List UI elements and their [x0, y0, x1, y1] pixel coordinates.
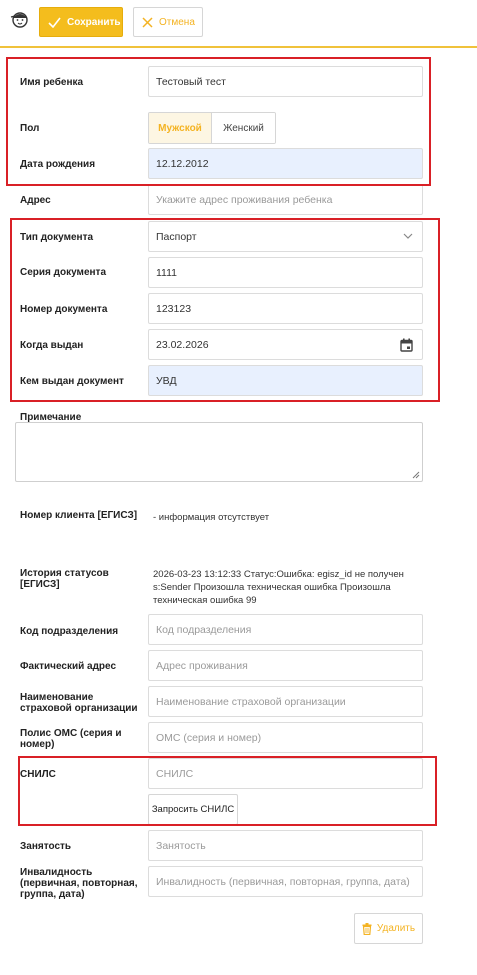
- save-button[interactable]: Сохранить: [39, 7, 123, 37]
- client-number-label: Номер клиента [ЕГИСЗ]: [20, 510, 138, 521]
- check-icon: [48, 17, 61, 28]
- insurer-name-label-line2: страховой организации: [20, 703, 138, 714]
- delete-button-label: Удалить: [376, 923, 416, 934]
- cancel-button-label: Отмена: [159, 16, 195, 28]
- toolbar: Сохранить Отмена: [0, 0, 477, 48]
- status-history-line1: 2026-03-23 13:12:33 Статус:Ошибка: egisz…: [153, 569, 404, 580]
- status-history-line2: s:Sender Произошла техническая ошибка Пр…: [153, 582, 391, 593]
- address-label: Адрес: [20, 195, 51, 206]
- status-history-label-line1: История статусов: [20, 568, 109, 579]
- disability-label: Инвалидность (первичная, повторная, груп…: [20, 867, 138, 900]
- save-button-label: Сохранить: [67, 16, 121, 28]
- trash-icon: [362, 922, 372, 935]
- oms-policy-label-line1: Полис ОМС (серия и: [20, 728, 122, 739]
- division-code-input[interactable]: Код подразделения: [148, 614, 423, 645]
- disability-label-line2: (первичная, повторная,: [20, 878, 138, 889]
- status-history-line3: техническая ошибка 99: [153, 595, 257, 606]
- address-input[interactable]: Укажите адрес проживания ребенка: [148, 184, 423, 215]
- insurer-name-label: Наименование страховой организации: [20, 692, 138, 714]
- highlight-box-personal: [6, 57, 431, 186]
- resize-handle-icon[interactable]: [412, 471, 420, 479]
- disability-label-line3: группа, дата): [20, 889, 85, 900]
- insurer-name-label-line1: Наименование: [20, 692, 94, 703]
- note-textarea[interactable]: [15, 422, 423, 482]
- employment-label: Занятость: [20, 841, 72, 852]
- highlight-box-snils: [18, 756, 437, 826]
- actual-address-input[interactable]: Адрес проживания: [148, 650, 423, 681]
- cancel-button[interactable]: Отмена: [133, 7, 203, 37]
- division-code-label: Код подразделения: [20, 626, 119, 637]
- child-face-icon: [10, 12, 28, 28]
- oms-policy-input[interactable]: ОМС (серия и номер): [148, 722, 423, 753]
- client-number-value: - информация отсутствует: [153, 512, 270, 523]
- employment-input[interactable]: Занятость: [148, 830, 423, 861]
- oms-policy-label-line2: номер): [20, 739, 55, 750]
- oms-policy-label: Полис ОМС (серия и номер): [20, 728, 121, 750]
- close-icon: [142, 16, 153, 28]
- disability-label-line1: Инвалидность: [20, 867, 93, 878]
- delete-button[interactable]: Удалить: [354, 913, 423, 944]
- insurer-name-input[interactable]: Наименование страховой организации: [148, 686, 423, 717]
- actual-address-label: Фактический адрес: [20, 661, 117, 672]
- status-history-label: История статусов [ЕГИСЗ]: [20, 568, 109, 590]
- disability-input[interactable]: Инвалидность (первичная, повторная, груп…: [148, 866, 423, 897]
- status-history-label-line2: [ЕГИСЗ]: [20, 579, 60, 590]
- status-history-value: 2026-03-23 13:12:33 Статус:Ошибка: egisz…: [153, 568, 404, 607]
- highlight-box-document: [10, 218, 440, 402]
